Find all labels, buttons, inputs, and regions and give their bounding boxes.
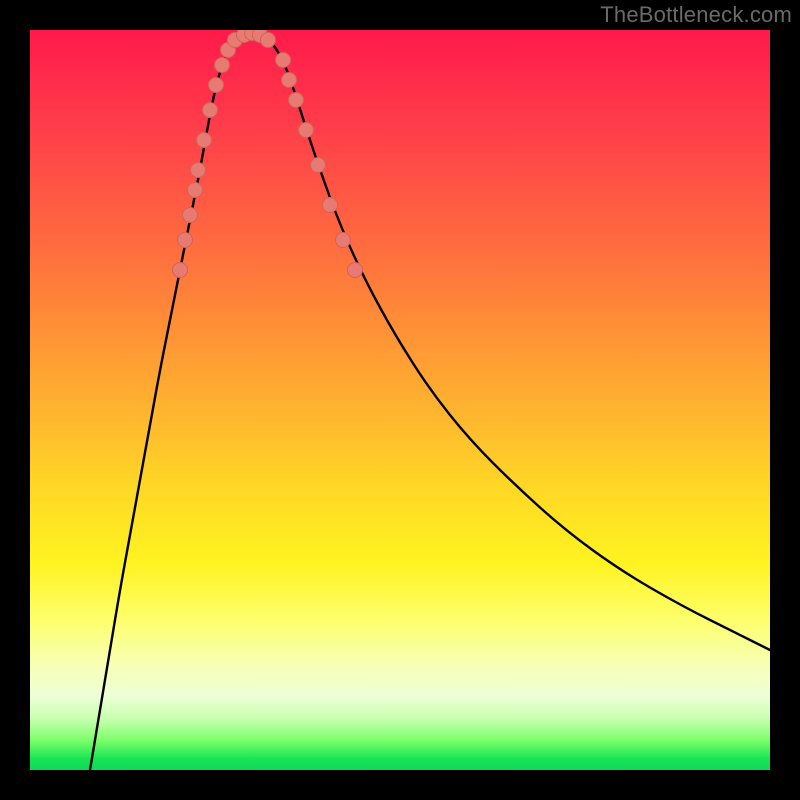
markers-group (173, 30, 363, 278)
data-marker (299, 123, 314, 138)
data-marker (173, 263, 188, 278)
data-marker (197, 133, 212, 148)
data-marker (311, 158, 326, 173)
data-marker (261, 33, 276, 48)
chart-container: TheBottleneck.com (0, 0, 800, 800)
watermark-text: TheBottleneck.com (600, 2, 792, 28)
data-marker (276, 53, 291, 68)
data-marker (336, 233, 351, 248)
data-marker (183, 208, 198, 223)
data-marker (215, 58, 230, 73)
data-marker (209, 78, 224, 93)
data-marker (323, 198, 338, 213)
data-marker (191, 163, 206, 178)
data-marker (203, 103, 218, 118)
curve-group (90, 34, 770, 771)
data-marker (282, 73, 297, 88)
curve-svg (30, 30, 770, 770)
bottleneck-curve (90, 34, 770, 771)
data-marker (178, 233, 193, 248)
data-marker (289, 93, 304, 108)
data-marker (188, 183, 203, 198)
data-marker (348, 263, 363, 278)
gradient-plot-area (30, 30, 770, 770)
